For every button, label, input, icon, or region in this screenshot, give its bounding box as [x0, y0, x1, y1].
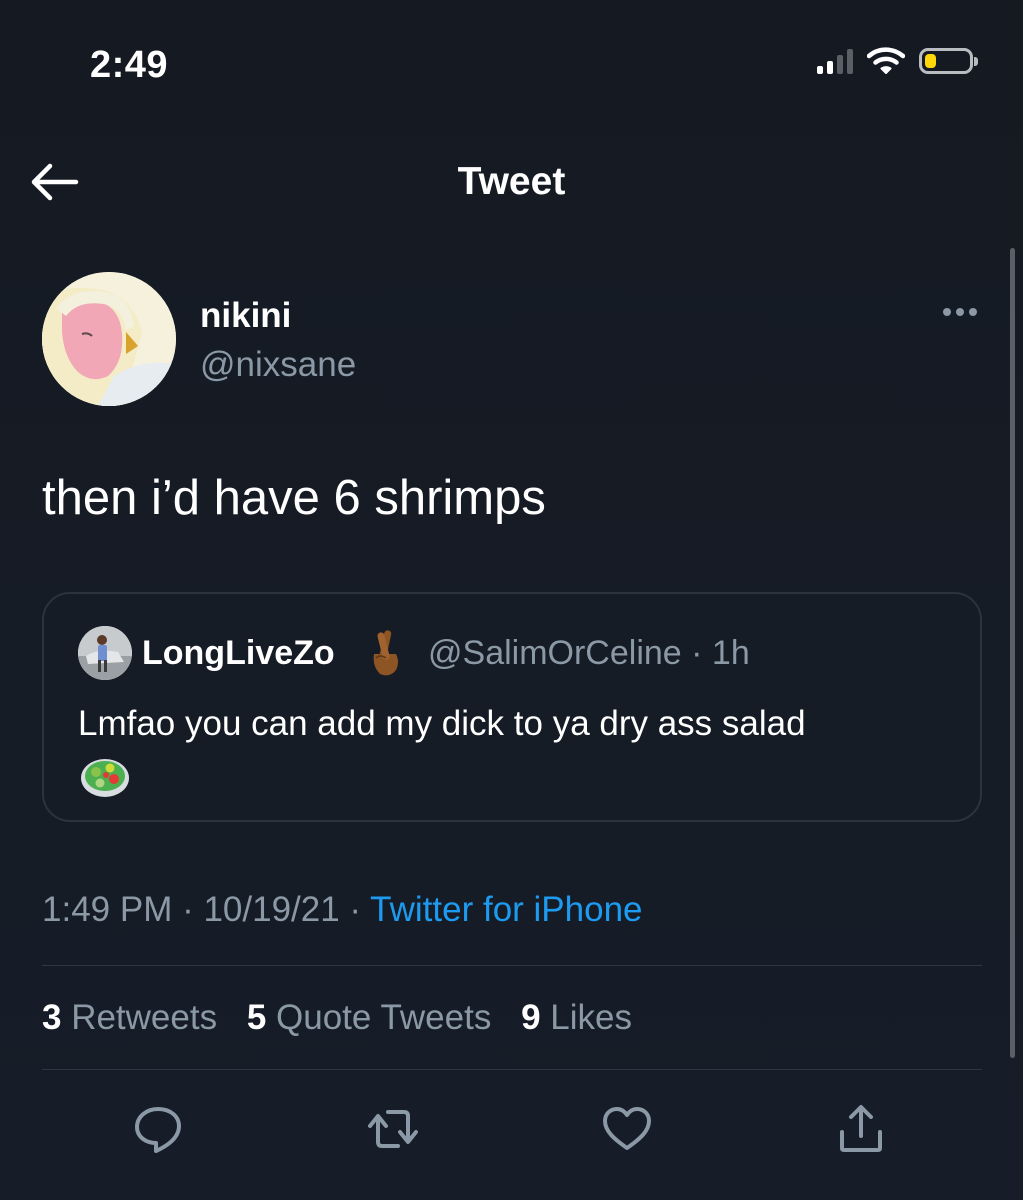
reply-icon[interactable]: [131, 1102, 185, 1156]
battery-level: [925, 54, 936, 68]
battery-icon: [919, 48, 978, 74]
like-icon[interactable]: [600, 1102, 654, 1156]
quote-avatar: [78, 626, 132, 680]
tweet-timestamp: 1:49 PM · 10/19/21 ·: [42, 890, 371, 929]
quote-text: Lmfao you can add my dick to ya dry ass …: [78, 704, 806, 743]
author-name[interactable]: nikini: [200, 296, 291, 336]
quote-tweet-card[interactable]: LongLiveZo @SalimOrCeline · 1h Lmfao you…: [42, 592, 982, 822]
salad-emoji-icon: [81, 759, 129, 797]
avatar-image: [42, 272, 176, 406]
signal-icon: [817, 48, 853, 74]
author-handle[interactable]: @nixsane: [200, 345, 356, 385]
retweet-icon[interactable]: [366, 1102, 420, 1156]
tweet-screen: 2:49 Tweet nikini @nixsane then i’d have…: [0, 0, 1023, 1200]
scrollbar[interactable]: [1010, 248, 1015, 1058]
more-options-icon[interactable]: [943, 308, 977, 316]
avatar[interactable]: [42, 272, 176, 406]
divider: [42, 1069, 982, 1070]
page-title: Tweet: [457, 160, 566, 203]
wifi-icon: [867, 47, 905, 74]
quote-handle-time: @SalimOrCeline · 1h: [428, 634, 750, 672]
status-icons: [817, 47, 978, 75]
crossed-fingers-emoji-icon: [373, 630, 398, 676]
retweets-stat[interactable]: 3 Retweets: [42, 998, 217, 1037]
tweet-timestamp-line: 1:49 PM · 10/19/21 · Twitter for iPhone: [42, 890, 643, 930]
tweet-source-link[interactable]: Twitter for iPhone: [370, 890, 642, 929]
tweet-text: then i’d have 6 shrimps: [42, 471, 546, 525]
status-time: 2:49: [90, 44, 169, 86]
divider: [42, 965, 982, 966]
tweet-stats: 3 Retweets 5 Quote Tweets 9 Likes: [42, 998, 652, 1038]
likes-stat[interactable]: 9 Likes: [521, 998, 632, 1037]
quote-tweets-stat[interactable]: 5 Quote Tweets: [247, 998, 492, 1037]
share-icon[interactable]: [834, 1102, 888, 1156]
quote-author-name: LongLiveZo: [142, 634, 335, 672]
